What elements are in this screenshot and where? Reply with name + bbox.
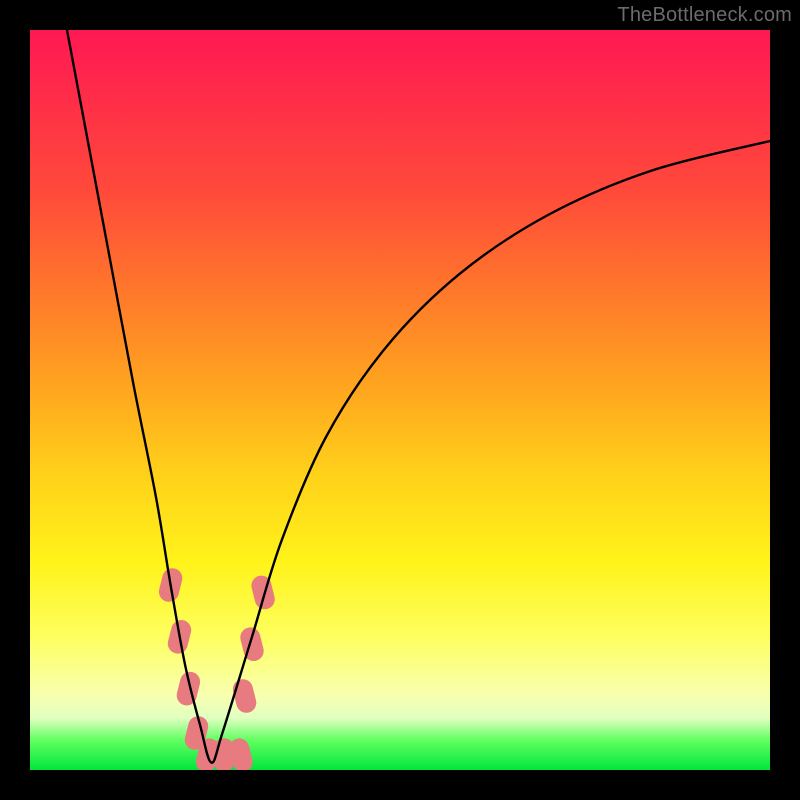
plot-area [30, 30, 770, 770]
curve-svg [30, 30, 770, 770]
highlight-lozenge [238, 625, 266, 663]
chart-stage: TheBottleneck.com [0, 0, 800, 800]
marker-group [157, 566, 277, 770]
highlight-lozenge [249, 573, 277, 611]
watermark-text: TheBottleneck.com [617, 4, 792, 27]
bottleneck-curve [67, 30, 770, 763]
